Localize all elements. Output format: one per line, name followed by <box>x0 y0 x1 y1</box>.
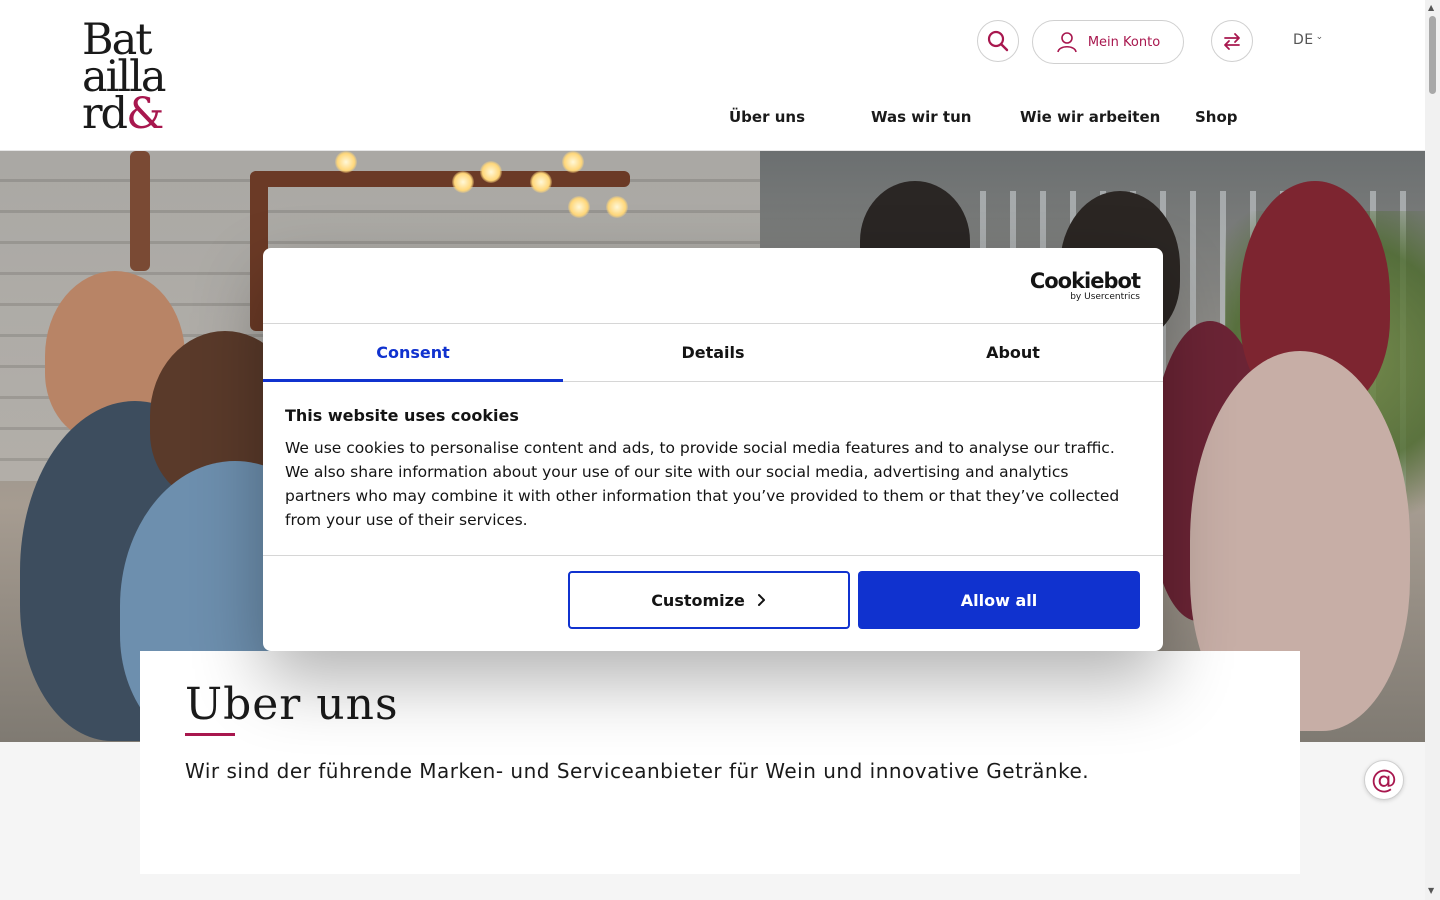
language-selector[interactable]: DE ⌄ <box>1293 32 1324 48</box>
contact-button[interactable]: @ <box>1364 760 1404 800</box>
title-underline <box>185 733 235 736</box>
nav-item-wie-wir-arbeiten[interactable]: Wie wir arbeiten <box>1020 108 1160 126</box>
site-header: Bat ailla rd& Mein Konto DE ⌄ Über uns Wa… <box>0 0 1425 151</box>
page-scrollbar[interactable]: ▲ ▼ <box>1425 0 1440 900</box>
cookiebot-wordmark: Cookiebot <box>1029 269 1141 293</box>
logo-ampersand: & <box>126 89 164 139</box>
intro-text: Wir sind der führende Marken- und Servic… <box>185 759 1090 783</box>
language-code: DE <box>1293 32 1314 48</box>
customize-button[interactable]: Customize <box>568 571 850 629</box>
scroll-down-arrow-icon[interactable]: ▼ <box>1428 886 1434 895</box>
customize-label: Customize <box>651 590 745 610</box>
user-icon <box>1057 32 1077 53</box>
bataillard-logo[interactable]: Bat ailla rd& <box>82 19 192 139</box>
switch-site-button[interactable] <box>1211 20 1253 62</box>
page-title: Uber uns <box>185 679 399 730</box>
logo-line-3: rd <box>82 89 128 139</box>
allow-all-button[interactable]: Allow all <box>858 571 1140 629</box>
cookie-consent-dialog: Cookiebot by Usercentrics Consent Detail… <box>263 248 1163 651</box>
allow-all-label: Allow all <box>960 590 1038 610</box>
tab-about[interactable]: About <box>863 324 1163 381</box>
swap-arrows-icon <box>1224 33 1240 50</box>
nav-item-ueber-uns[interactable]: Über uns <box>729 108 805 126</box>
cookie-description: We use cookies to personalise content an… <box>285 439 1120 529</box>
nav-item-shop[interactable]: Shop <box>1195 108 1238 126</box>
account-button[interactable]: Mein Konto <box>1032 20 1184 64</box>
at-sign-icon: @ <box>1371 765 1397 795</box>
chevron-right-icon <box>757 594 765 606</box>
cookiebot-logo: Cookiebot by Usercentrics <box>1029 269 1141 302</box>
cookie-divider <box>263 555 1163 556</box>
intro-card: Uber uns Wir sind der führende Marken- u… <box>140 651 1300 874</box>
cookiebot-byline: by Usercentrics <box>1070 292 1140 302</box>
search-button[interactable] <box>977 20 1019 62</box>
tab-consent[interactable]: Consent <box>263 324 563 382</box>
nav-item-was-wir-tun[interactable]: Was wir tun <box>871 108 971 126</box>
tab-details[interactable]: Details <box>563 324 863 381</box>
account-label: Mein Konto <box>1087 34 1161 50</box>
cookie-tabs: Consent Details About <box>263 323 1163 382</box>
chevron-down-icon: ⌄ <box>1315 32 1324 42</box>
search-icon <box>987 30 1009 52</box>
scroll-up-arrow-icon[interactable]: ▲ <box>1428 3 1434 12</box>
scrollbar-thumb[interactable] <box>1429 16 1436 94</box>
cookie-heading: This website uses cookies <box>285 406 519 425</box>
